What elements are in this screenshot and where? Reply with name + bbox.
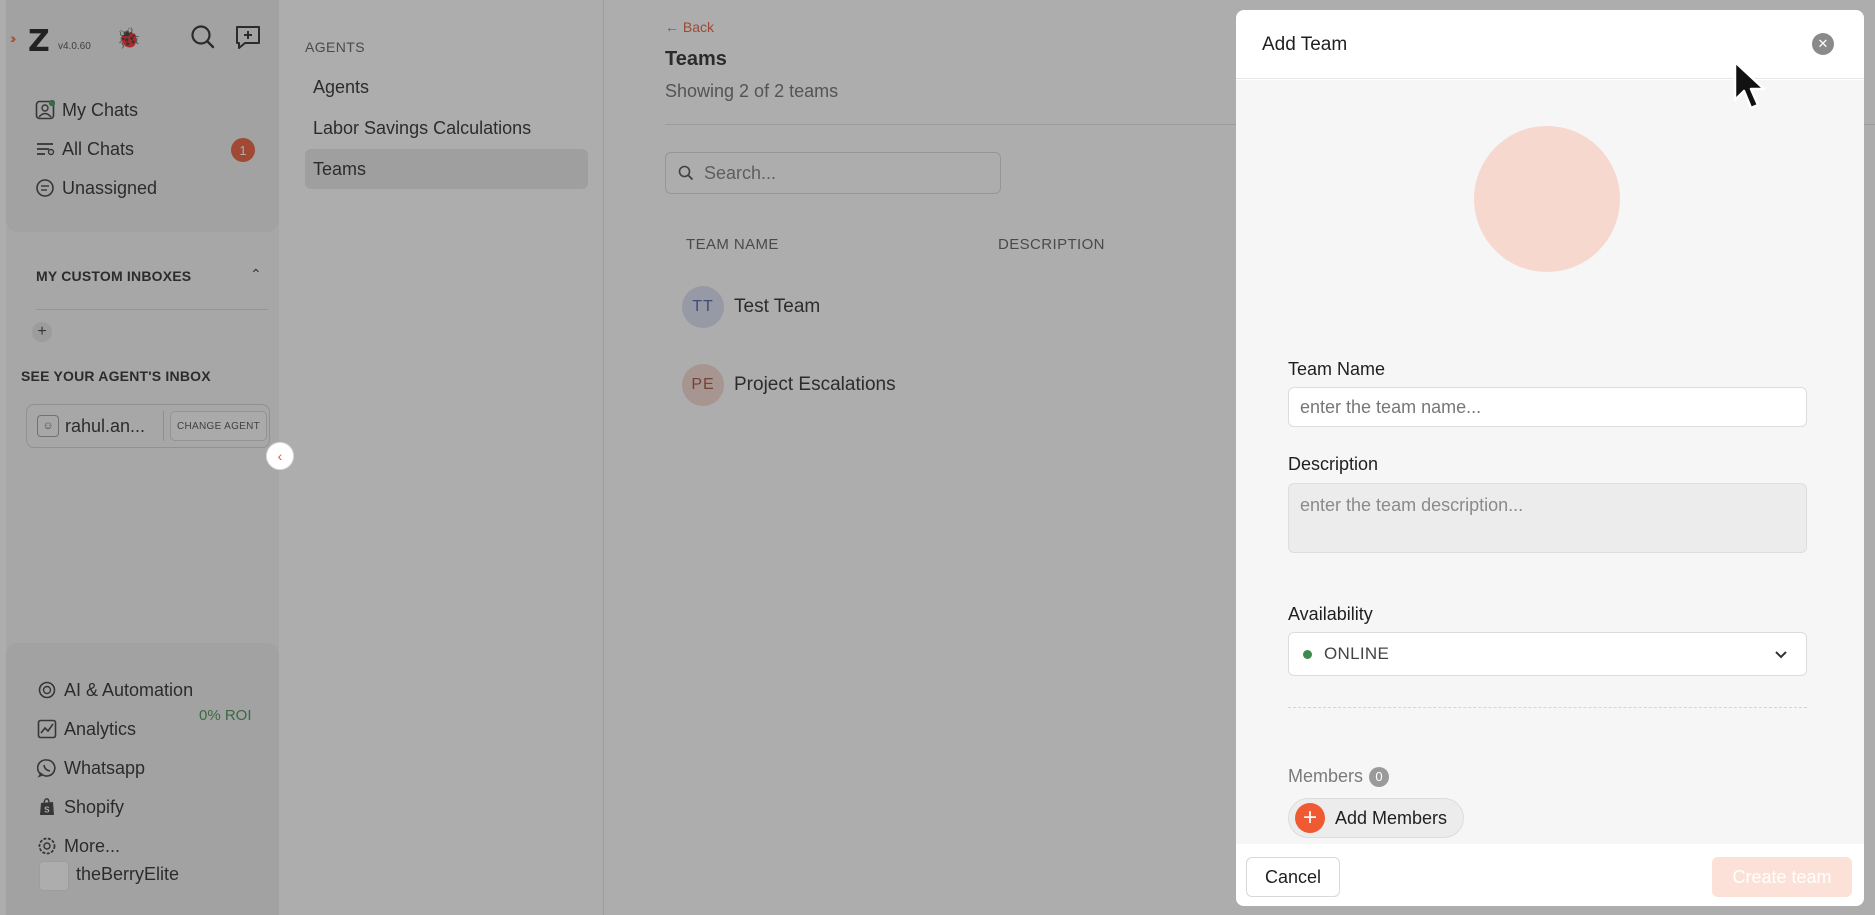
drawer-title: Add Team: [1262, 34, 1348, 55]
close-icon[interactable]: ✕: [1812, 33, 1834, 55]
divider: [1288, 707, 1807, 708]
members-label: Members: [1288, 766, 1364, 786]
availability-label: Availability: [1288, 604, 1373, 624]
add-members-label: Add Members: [1335, 807, 1448, 828]
availability-value: ONLINE: [1324, 644, 1390, 663]
team-name-label: Team Name: [1288, 359, 1386, 379]
team-avatar-upload[interactable]: [1474, 126, 1620, 272]
drawer-body: Team Name Description Availability ONLIN…: [1236, 80, 1864, 844]
app-window: ›› Z v4.0.60 🐞 My Chats All Chats 1 Unas…: [0, 0, 1875, 915]
mouse-cursor-icon: [1733, 60, 1766, 110]
members-heading: Members 0: [1288, 766, 1390, 787]
members-count-badge: 0: [1369, 766, 1390, 787]
plus-icon: +: [1295, 803, 1325, 833]
drawer-footer: Cancel Create team: [1236, 844, 1864, 906]
drawer-header: Add Team ✕: [1236, 10, 1864, 79]
description-textarea[interactable]: [1288, 483, 1807, 553]
chevron-down-icon: [1775, 651, 1787, 659]
add-team-drawer: Add Team ✕ Team Name Description Availab…: [1236, 10, 1864, 906]
add-members-button[interactable]: + Add Members: [1288, 798, 1465, 838]
cancel-button[interactable]: Cancel: [1246, 857, 1340, 897]
collapse-sidebar-button[interactable]: ‹: [266, 442, 294, 470]
availability-select[interactable]: ONLINE: [1288, 632, 1807, 676]
create-team-button[interactable]: Create team: [1712, 857, 1852, 897]
description-label: Description: [1288, 454, 1379, 474]
team-name-input[interactable]: [1288, 387, 1807, 427]
online-status-dot: [1303, 649, 1312, 659]
